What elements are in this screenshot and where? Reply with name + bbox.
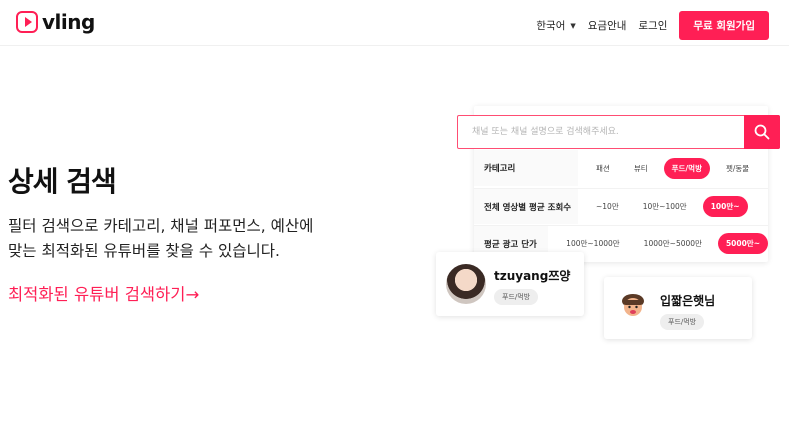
filter-label: 카테고리: [474, 150, 578, 186]
hero-description: 필터 검색으로 카테고리, 채널 퍼포먼스, 예산에 맞는 최적화된 유튜버를 …: [8, 214, 338, 264]
language-selector[interactable]: 한국어 ▼: [536, 18, 575, 33]
filter-option-selected[interactable]: 100만~: [702, 196, 748, 217]
avatar: [446, 264, 486, 304]
filter-option[interactable]: 뷰티: [626, 158, 656, 179]
filter-row-views: 전체 영상별 평균 조회수 ~10만 10만~100만 100만~: [474, 188, 768, 224]
filter-options: 패션 뷰티 푸드/먹방 펫/동물: [578, 157, 757, 179]
search-bar: [457, 115, 780, 149]
filter-option[interactable]: 100만~1000만: [558, 233, 628, 254]
hero-description-line: 맞는 최적화된 유튜버를 찾을 수 있습니다.: [8, 242, 280, 260]
category-tag: 푸드/먹방: [494, 289, 539, 305]
caret-down-icon: ▼: [570, 21, 576, 30]
nav-pricing-link[interactable]: 요금안내: [588, 18, 627, 33]
creator-name: 입짧은햇님: [660, 294, 716, 308]
page-title: 상세 검색: [8, 165, 117, 198]
language-label: 한국어: [536, 20, 566, 32]
search-button[interactable]: [744, 115, 780, 149]
filter-row-category: 카테고리 패션 뷰티 푸드/먹방 펫/동물: [474, 150, 768, 186]
nav-menu: 한국어 ▼ 요금안내 로그인 무료 회원가입: [536, 11, 769, 40]
top-nav-bar: vling 한국어 ▼ 요금안내 로그인 무료 회원가입: [0, 0, 789, 46]
filter-option[interactable]: ~10만: [588, 196, 627, 217]
filter-option[interactable]: 패션: [588, 158, 618, 179]
search-youtuber-link[interactable]: 최적화된 유튜버 검색하기→: [8, 281, 199, 305]
filter-option[interactable]: 10만~100만: [635, 196, 695, 217]
creator-card[interactable]: tzuyang쯔양 푸드/먹방: [436, 252, 584, 316]
play-logo-icon: [16, 11, 38, 33]
filter-option-selected[interactable]: 푸드/먹방: [663, 157, 710, 179]
filter-options: 100만~1000만 1000만~5000만 5000만~: [548, 233, 768, 254]
filter-option[interactable]: 펫/동물: [718, 158, 757, 179]
search-icon: [754, 124, 770, 140]
filter-option-selected[interactable]: 5000만~: [717, 233, 768, 254]
brand-name: vling: [42, 10, 95, 34]
filter-options: ~10만 10만~100만 100만~: [578, 196, 748, 217]
category-tag: 푸드/먹방: [660, 314, 705, 330]
filter-label: 전체 영상별 평균 조회수: [474, 189, 578, 224]
creator-card[interactable]: 입짧은햇님 푸드/먹방: [604, 277, 752, 339]
search-input[interactable]: [472, 116, 742, 148]
signup-button[interactable]: 무료 회원가입: [679, 11, 769, 40]
avatar: [618, 291, 648, 321]
nav-login-link[interactable]: 로그인: [638, 18, 667, 33]
brand-logo[interactable]: vling: [16, 10, 95, 34]
hero-description-line: 필터 검색으로 카테고리, 채널 퍼포먼스, 예산에: [8, 217, 314, 235]
creator-name: tzuyang쯔양: [494, 269, 571, 283]
filter-option[interactable]: 1000만~5000만: [636, 233, 710, 254]
